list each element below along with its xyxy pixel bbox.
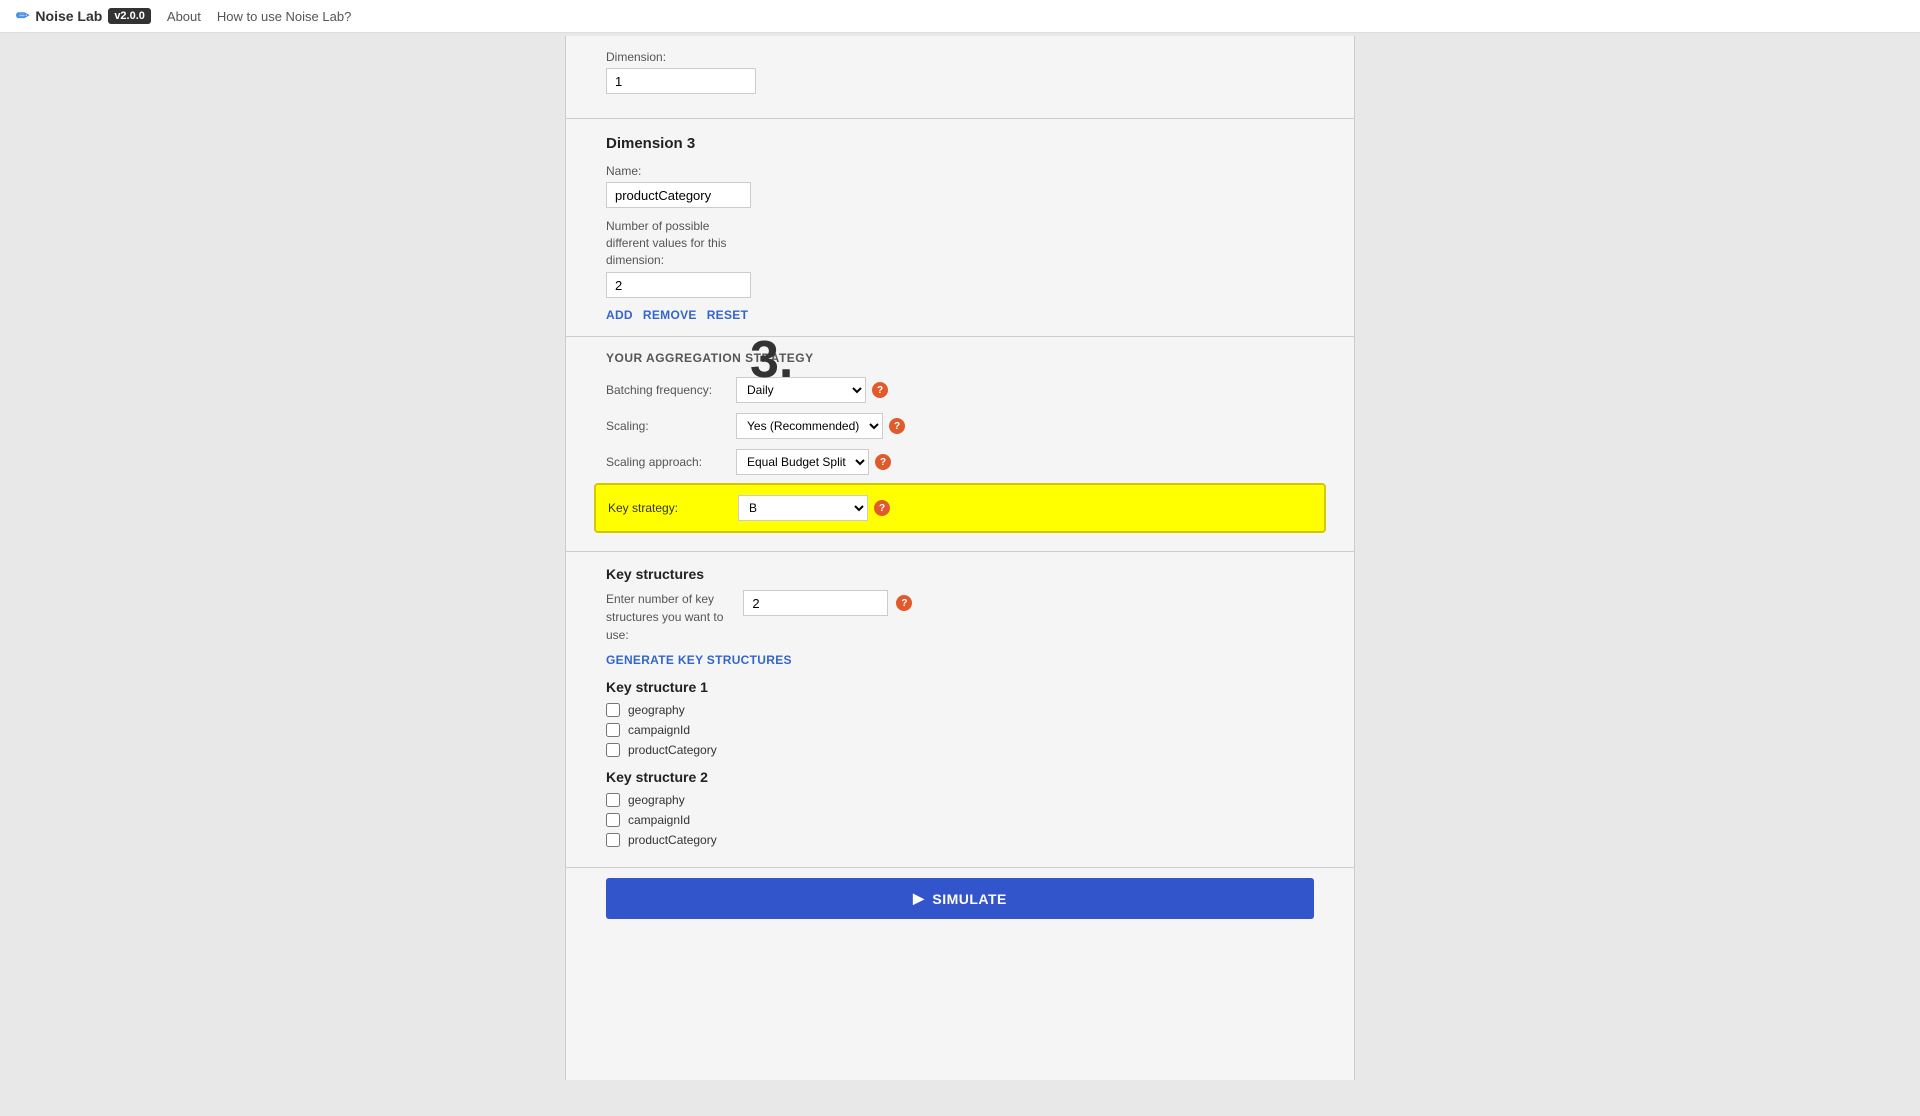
bottom-bar: ▶ SIMULATE [566, 867, 1354, 929]
scaling-row: Scaling: Yes (Recommended) ? [606, 413, 1314, 439]
dimension-field-row: Dimension: [606, 50, 1314, 94]
ks2-geography-row: geography [606, 793, 1314, 807]
right-panel [1355, 36, 1920, 1080]
key-structure-1-block: Key structure 1 geography campaignId pro… [606, 679, 1314, 757]
ks2-geography-label: geography [628, 793, 685, 807]
simulate-label: SIMULATE [932, 891, 1007, 907]
scaling-approach-row: Scaling approach: Equal Budget Split ? [606, 449, 1314, 475]
annotation-number: 3. [750, 330, 793, 390]
ks2-productcategory-checkbox[interactable] [606, 833, 620, 847]
dimension3-section: Dimension 3 Name: Number of possible dif… [566, 119, 1354, 336]
how-to-use-link[interactable]: How to use Noise Lab? [217, 9, 351, 24]
scaling-approach-select-wrap: Equal Budget Split ? [736, 449, 891, 475]
top-navigation: ✏ Noise Lab v2.0.0 About How to use Nois… [0, 0, 1920, 33]
scaling-help-icon[interactable]: ? [889, 418, 905, 434]
name-label: Name: [606, 164, 806, 178]
name-input[interactable] [606, 182, 751, 208]
ks1-title: Key structure 1 [606, 679, 1314, 695]
key-strategy-label: Key strategy: [608, 501, 738, 515]
dimension-label: Dimension: [606, 50, 806, 64]
scaling-approach-select[interactable]: Equal Budget Split [736, 449, 869, 475]
pencil-icon: ✏ [16, 6, 29, 26]
scaling-select[interactable]: Yes (Recommended) [736, 413, 883, 439]
ks1-campaignid-checkbox[interactable] [606, 723, 620, 737]
ks2-campaignid-row: campaignId [606, 813, 1314, 827]
ks1-productcategory-row: productCategory [606, 743, 1314, 757]
reset-link[interactable]: RESET [707, 308, 749, 322]
ks1-geography-label: geography [628, 703, 685, 717]
key-strategy-select-wrap: B A C ? [738, 495, 890, 521]
batching-row: Batching frequency: Daily ? [606, 377, 1314, 403]
scaling-approach-help-icon[interactable]: ? [875, 454, 891, 470]
left-panel [0, 36, 565, 1080]
scroll-container[interactable]: Dimension: Dimension 3 Name: Number of p… [566, 36, 1354, 1080]
about-link[interactable]: About [167, 9, 201, 24]
batching-help-icon[interactable]: ? [872, 382, 888, 398]
generate-key-structures-link[interactable]: GENERATE KEY STRUCTURES [606, 653, 792, 667]
ks1-geography-checkbox[interactable] [606, 703, 620, 717]
ks1-geography-row: geography [606, 703, 1314, 717]
ks2-campaignid-checkbox[interactable] [606, 813, 620, 827]
name-row: Name: [606, 164, 1314, 208]
key-strategy-select[interactable]: B A C [738, 495, 868, 521]
scaling-label: Scaling: [606, 419, 736, 433]
form-content: Dimension: Dimension 3 Name: Number of p… [566, 36, 1354, 969]
ks2-productcategory-row: productCategory [606, 833, 1314, 847]
version-badge: v2.0.0 [108, 8, 151, 24]
play-icon: ▶ [913, 890, 924, 907]
ks-count-input[interactable] [743, 590, 888, 616]
simulate-button[interactable]: ▶ SIMULATE [606, 878, 1314, 919]
ks-input-area: Enter number of key structures you want … [606, 590, 1314, 652]
ks1-productcategory-checkbox[interactable] [606, 743, 620, 757]
app-name: Noise Lab [35, 8, 102, 24]
ks2-title: Key structure 2 [606, 769, 1314, 785]
values-row: Number of possible different values for … [606, 218, 1314, 298]
remove-link[interactable]: REMOVE [643, 308, 697, 322]
key-structure-2-block: Key structure 2 geography campaignId pro… [606, 769, 1314, 847]
ks-count-wrap: ? [743, 590, 912, 616]
ks2-campaignid-label: campaignId [628, 813, 690, 827]
ks-description: Enter number of key structures you want … [606, 590, 723, 644]
batching-label: Batching frequency: [606, 383, 736, 397]
center-panel: Dimension: Dimension 3 Name: Number of p… [565, 36, 1355, 1080]
key-strategy-row: Key strategy: B A C ? [596, 485, 1324, 531]
add-link[interactable]: ADD [606, 308, 633, 322]
values-label: Number of possible different values for … [606, 218, 1314, 268]
scaling-select-wrap: Yes (Recommended) ? [736, 413, 905, 439]
action-links-row: ADD REMOVE RESET [606, 308, 1314, 322]
scaling-approach-label: Scaling approach: [606, 455, 736, 469]
top-scrolled-section: Dimension: [566, 36, 1354, 118]
dimension3-title: Dimension 3 [606, 135, 1314, 152]
key-structures-section: Key structures Enter number of key struc… [566, 552, 1354, 867]
ks1-productcategory-label: productCategory [628, 743, 717, 757]
aggregation-title: YOUR AGGREGATION STRATEGY [606, 351, 1314, 365]
key-strategy-help-icon[interactable]: ? [874, 500, 890, 516]
ks-help-icon[interactable]: ? [896, 595, 912, 611]
values-input[interactable] [606, 272, 751, 298]
dimension-input[interactable] [606, 68, 756, 94]
key-structures-title: Key structures [606, 566, 1314, 582]
ks2-productcategory-label: productCategory [628, 833, 717, 847]
app-logo: ✏ Noise Lab v2.0.0 [16, 6, 151, 26]
ks2-geography-checkbox[interactable] [606, 793, 620, 807]
ks1-campaignid-row: campaignId [606, 723, 1314, 737]
ks1-campaignid-label: campaignId [628, 723, 690, 737]
aggregation-section: YOUR AGGREGATION STRATEGY Batching frequ… [566, 337, 1354, 551]
